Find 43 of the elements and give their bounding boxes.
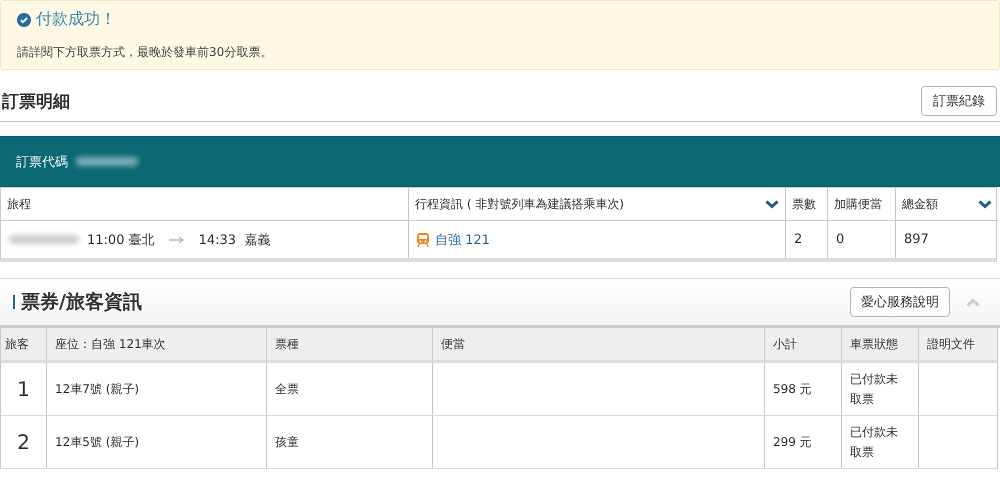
redacted-code — [76, 157, 138, 166]
booking-history-button[interactable]: 訂票紀錄 — [921, 86, 997, 116]
column-header: 小計 — [765, 328, 842, 363]
arrow-icon — [168, 236, 185, 244]
column-header: 旅程 — [1, 188, 409, 221]
chevron-down-icon[interactable] — [765, 200, 779, 208]
alert-message: 請詳閱下方取票方式，最晚於發車前30分取票。 — [17, 44, 274, 61]
alert-title: 付款成功！ — [36, 9, 116, 30]
table-cell: 2 — [786, 221, 828, 258]
heading-marker — [13, 295, 15, 309]
column-header: 旅客 — [1, 328, 47, 363]
passenger-number: 2 — [1, 416, 47, 469]
column-header: 證明文件 — [919, 328, 997, 363]
table-cell: 12車5號 (親子) — [47, 416, 267, 469]
chevron-down-icon[interactable] — [978, 200, 992, 208]
passenger-number: 1 — [1, 363, 47, 416]
column-header: 行程資訊 ( 非對號列車為建議搭乘車次) — [409, 188, 786, 221]
section-heading: 票券/旅客資訊 — [21, 290, 142, 315]
table-cell: 全票 — [267, 363, 433, 416]
booking-code-label: 訂票代碼 — [16, 154, 68, 170]
column-header: 便當 — [433, 328, 765, 363]
departure: 11:00 臺北 — [87, 232, 155, 248]
table-cell: 孩童 — [267, 416, 433, 469]
column-header: 車票狀態 — [842, 328, 919, 363]
table-cell: 12車7號 (親子) — [47, 363, 267, 416]
column-header: 加購便當 — [828, 188, 896, 221]
table-cell: 299 元 — [765, 416, 842, 469]
table-cell: 598 元 — [765, 363, 842, 416]
column-header: 總金額 — [896, 188, 998, 221]
arrival: 14:33 嘉義 — [198, 232, 270, 248]
column-header: 票種 — [267, 328, 433, 363]
table-cell: 0 — [828, 221, 896, 258]
table-cell-text: 已付款未取票 — [850, 370, 899, 408]
column-header: 座位：自強 121車次 — [47, 328, 267, 363]
help-button[interactable]: 愛心服務說明 — [850, 287, 950, 317]
section-heading: 訂票明細 — [2, 90, 70, 112]
redacted-date — [9, 235, 79, 244]
table-cell-text: 897 — [903, 231, 930, 249]
column-header: 票數 — [786, 188, 828, 221]
train-link[interactable]: 自強 121 — [435, 230, 490, 248]
table-cell-text: 已付款未取票 — [850, 424, 899, 461]
train-icon — [417, 232, 429, 246]
check-circle-icon — [17, 12, 31, 26]
